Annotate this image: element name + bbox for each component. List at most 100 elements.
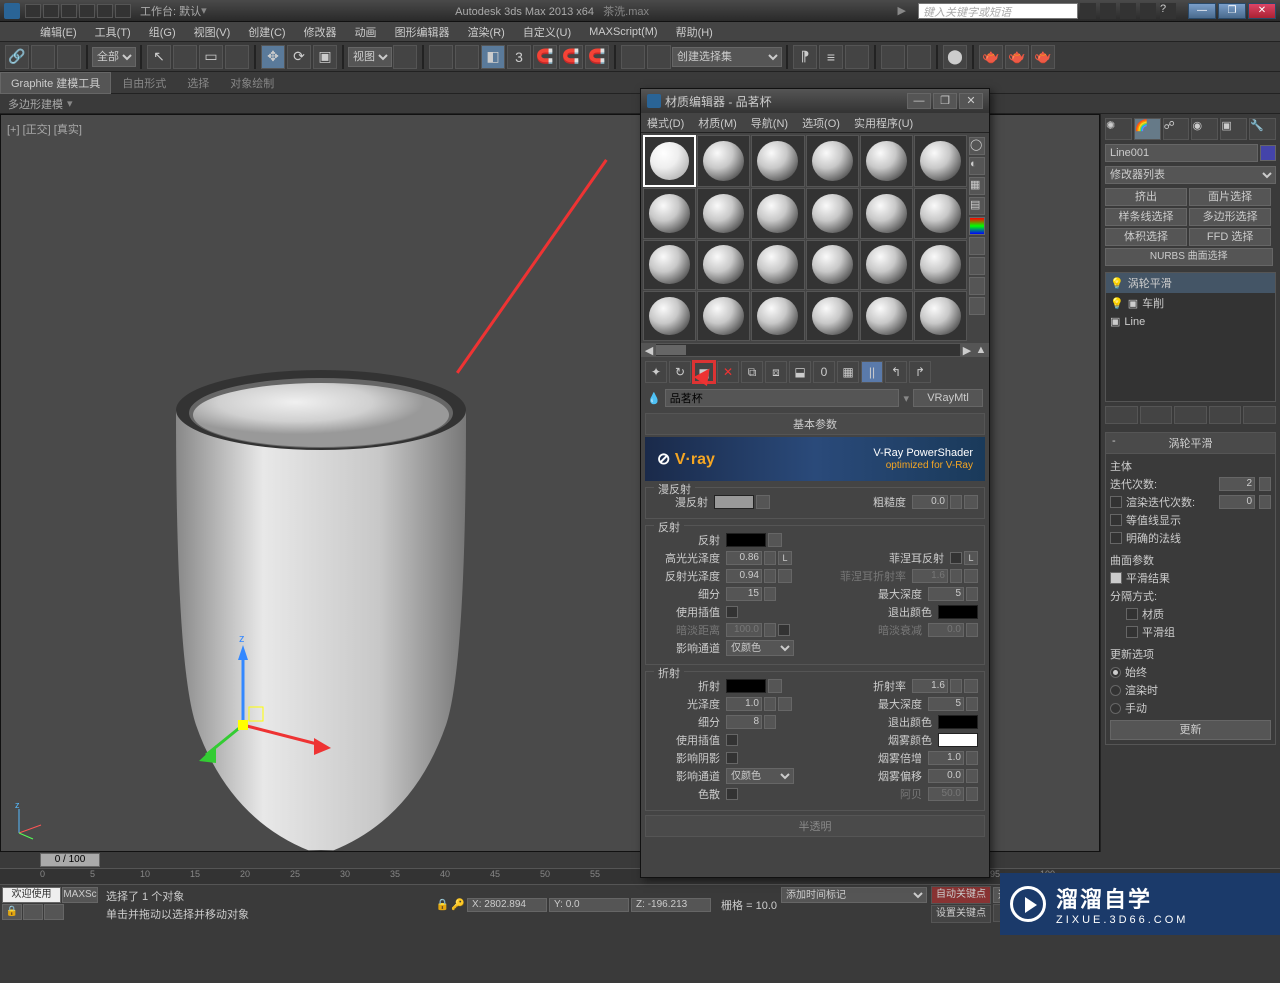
link-icon[interactable] bbox=[115, 4, 131, 18]
exchange-icon[interactable] bbox=[1140, 3, 1156, 19]
fog-bias-spinner[interactable]: 0.0 bbox=[928, 769, 964, 783]
named-sel-manage-icon[interactable] bbox=[647, 45, 671, 69]
mod-btn-spline[interactable]: 样条线选择 bbox=[1105, 208, 1187, 226]
sample-slot[interactable] bbox=[914, 188, 967, 238]
by-mat-check[interactable] bbox=[1126, 608, 1138, 620]
spinner-snap-icon[interactable]: 🧲 bbox=[559, 45, 583, 69]
move-tool-icon[interactable]: ✥ bbox=[261, 45, 285, 69]
update-always-radio[interactable] bbox=[1110, 667, 1121, 678]
menu-customize[interactable]: 自定义(U) bbox=[523, 24, 571, 40]
material-editor-icon[interactable]: ⬤ bbox=[943, 45, 967, 69]
motion-tab-icon[interactable]: ◉ bbox=[1191, 118, 1218, 140]
mat-id-icon[interactable]: 0 bbox=[813, 361, 835, 383]
go-sibling-icon[interactable]: ↱ bbox=[909, 361, 931, 383]
make-copy-icon[interactable]: ⧉ bbox=[741, 361, 763, 383]
maxscript-button[interactable]: MAXSc bbox=[62, 887, 98, 903]
bind-tool-icon[interactable] bbox=[57, 45, 81, 69]
snap4-icon[interactable]: 🧲 bbox=[585, 45, 609, 69]
sample-slot[interactable] bbox=[643, 291, 696, 341]
mat-menu-material[interactable]: 材质(M) bbox=[698, 115, 737, 131]
sample-slot[interactable] bbox=[806, 188, 859, 238]
options-icon[interactable] bbox=[969, 257, 985, 275]
sample-slot[interactable] bbox=[860, 291, 913, 341]
poly-model-dropdown[interactable]: 多边形建模 bbox=[8, 96, 63, 112]
refract-color-swatch[interactable] bbox=[726, 679, 766, 693]
lock-sel-icon[interactable]: 🔒 bbox=[436, 898, 450, 911]
mat-menu-nav[interactable]: 导航(N) bbox=[751, 115, 788, 131]
redo-icon[interactable] bbox=[97, 4, 113, 18]
open-icon[interactable] bbox=[43, 4, 59, 18]
sample-slot[interactable] bbox=[697, 188, 750, 238]
modifier-stack[interactable]: 💡涡轮平滑 💡▣车削 ▣Line bbox=[1105, 272, 1276, 402]
help-icon[interactable] bbox=[1080, 3, 1096, 19]
sample-slot[interactable] bbox=[751, 240, 804, 290]
graphite-tab-freeform[interactable]: 自由形式 bbox=[112, 73, 176, 93]
add-key-icon[interactable]: 🔑 bbox=[451, 898, 465, 911]
star-icon[interactable] bbox=[1120, 3, 1136, 19]
rollout-basic-title[interactable]: 基本参数 bbox=[645, 413, 985, 435]
snap-toggle-icon[interactable]: ◧ bbox=[481, 45, 505, 69]
roughness-map-button[interactable] bbox=[964, 495, 978, 509]
select-rect-icon[interactable]: ▭ bbox=[199, 45, 223, 69]
render-iter-check[interactable] bbox=[1110, 496, 1122, 508]
menu-group[interactable]: 组(G) bbox=[149, 24, 176, 40]
mat-min-button[interactable]: — bbox=[907, 93, 931, 109]
affect-shadow-check[interactable] bbox=[726, 752, 738, 764]
select-by-mat-icon[interactable] bbox=[969, 277, 985, 295]
sample-type-icon[interactable]: ◯ bbox=[969, 137, 985, 155]
time-tag-select[interactable]: 添加时间标记 bbox=[781, 887, 927, 903]
save-icon[interactable] bbox=[61, 4, 77, 18]
by-smooth-check[interactable] bbox=[1126, 626, 1138, 638]
coord-x[interactable]: X: 2802.894 bbox=[467, 898, 547, 912]
get-material-icon[interactable]: ✦ bbox=[645, 361, 667, 383]
mat-menu-mode[interactable]: 模式(D) bbox=[647, 115, 684, 131]
rollout-translucency[interactable]: 半透明 bbox=[645, 815, 985, 837]
menu-tools[interactable]: 工具(T) bbox=[95, 24, 131, 40]
help-sub-icon[interactable] bbox=[1100, 3, 1116, 19]
menu-modifiers[interactable]: 修改器 bbox=[304, 24, 337, 40]
show-map-icon[interactable]: ▦ bbox=[837, 361, 859, 383]
keyboard-icon[interactable] bbox=[455, 45, 479, 69]
sample-slot[interactable] bbox=[697, 240, 750, 290]
mat-close-button[interactable]: ✕ bbox=[959, 93, 983, 109]
sample-slot[interactable] bbox=[751, 291, 804, 341]
menu-animation[interactable]: 动画 bbox=[355, 24, 377, 40]
new-icon[interactable] bbox=[25, 4, 41, 18]
sample-slot[interactable] bbox=[806, 291, 859, 341]
sample-slot[interactable] bbox=[751, 135, 804, 187]
hilight-lock-icon[interactable]: L bbox=[778, 551, 792, 565]
render-prod-icon[interactable]: 🫖 bbox=[1031, 45, 1055, 69]
script-icon[interactable] bbox=[23, 904, 43, 920]
fog-color-swatch[interactable] bbox=[938, 733, 978, 747]
link-tool-icon[interactable]: 🔗 bbox=[5, 45, 29, 69]
sample-slot[interactable] bbox=[643, 240, 696, 290]
mirror-icon[interactable]: ⁋ bbox=[793, 45, 817, 69]
backlight-icon[interactable]: ◐ bbox=[969, 157, 985, 175]
sample-slot[interactable] bbox=[697, 291, 750, 341]
menu-graph[interactable]: 图形编辑器 bbox=[395, 24, 450, 40]
modifier-list-select[interactable]: 修改器列表 bbox=[1105, 166, 1276, 184]
named-set-select[interactable]: 创建选择集 bbox=[672, 47, 782, 67]
make-preview-icon[interactable] bbox=[969, 237, 985, 255]
select-window-icon[interactable] bbox=[225, 45, 249, 69]
angle-snap-icon[interactable]: 3 bbox=[507, 45, 531, 69]
sample-slot[interactable] bbox=[697, 135, 750, 187]
sample-slot[interactable] bbox=[860, 135, 913, 187]
unlink-tool-icon[interactable] bbox=[31, 45, 55, 69]
refr-exit-swatch[interactable] bbox=[938, 715, 978, 729]
question-icon[interactable]: ? bbox=[1160, 3, 1176, 19]
reflect-color-swatch[interactable] bbox=[726, 533, 766, 547]
align-icon[interactable]: ≡ bbox=[819, 45, 843, 69]
mat-menu-util[interactable]: 实用程序(U) bbox=[854, 115, 913, 131]
dispersion-check[interactable] bbox=[726, 788, 738, 800]
rendered-frame-icon[interactable]: 🫖 bbox=[1005, 45, 1029, 69]
mod-btn-extrude[interactable]: 挤出 bbox=[1105, 188, 1187, 206]
sample-slot[interactable] bbox=[860, 240, 913, 290]
welcome-button[interactable]: 欢迎使用 bbox=[2, 887, 61, 903]
pick-material-icon[interactable]: 💧 bbox=[647, 392, 661, 405]
refr-interp-check[interactable] bbox=[726, 734, 738, 746]
utilities-tab-icon[interactable]: 🔧 bbox=[1249, 118, 1276, 140]
select-name-icon[interactable] bbox=[173, 45, 197, 69]
coord-z[interactable]: Z: -196.213 bbox=[631, 898, 711, 912]
menu-render[interactable]: 渲染(R) bbox=[468, 24, 505, 40]
